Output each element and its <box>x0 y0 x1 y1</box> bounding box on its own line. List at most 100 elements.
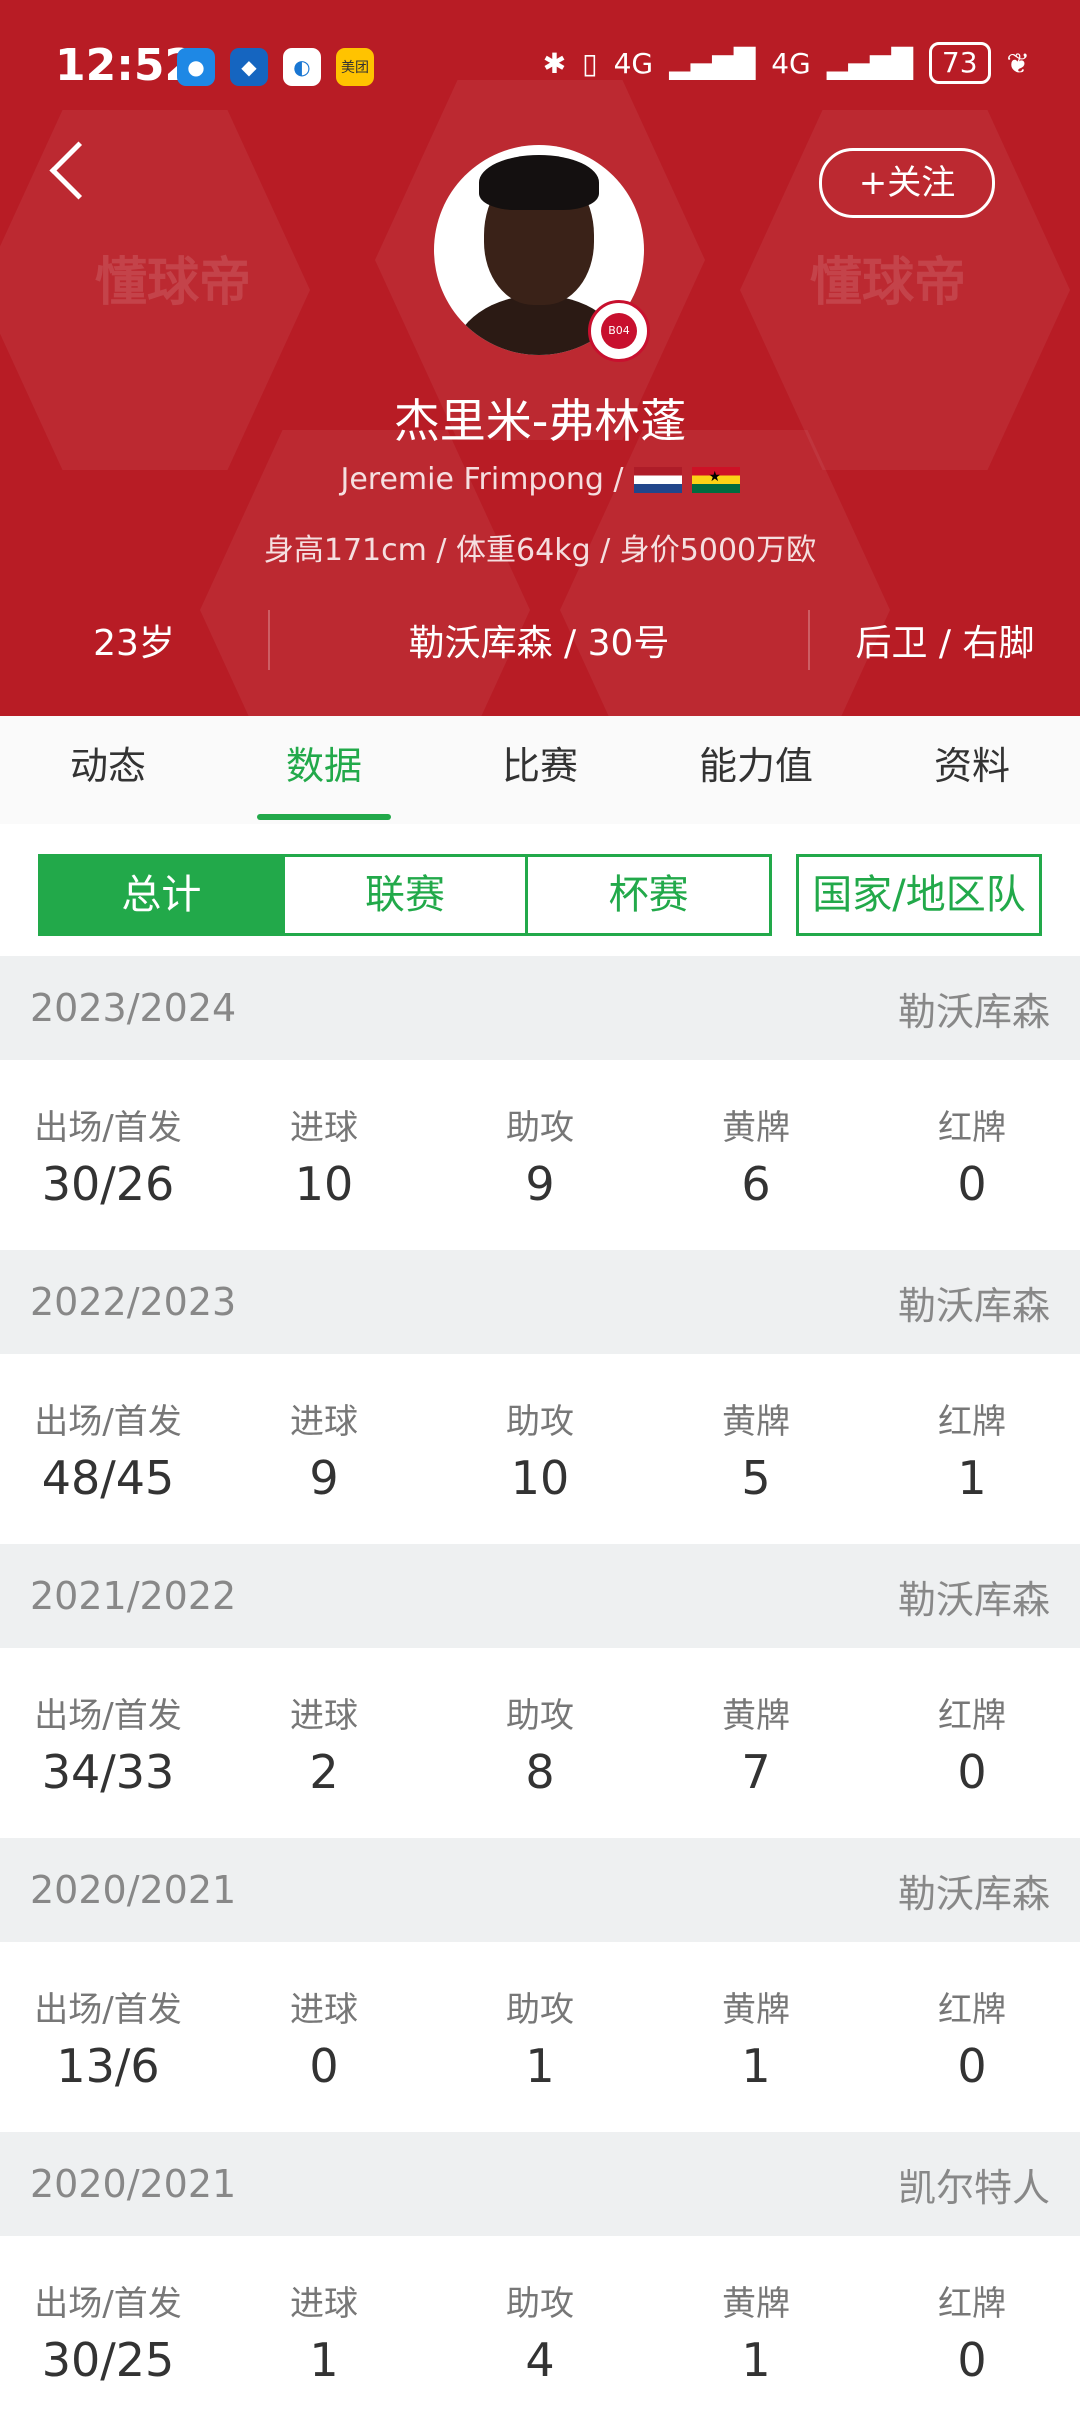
position-foot: 后卫 / 右脚 <box>855 623 1035 664</box>
stat-cell: 进球 1 <box>216 2236 432 2426</box>
stat-label: 出场/首发 <box>34 1108 182 1148</box>
stat-label: 出场/首发 <box>34 2284 182 2324</box>
stat-cell: 红牌 0 <box>864 1942 1080 2132</box>
tab-bar: 动态 数据 比赛 能力值 资料 <box>0 716 1080 824</box>
tab-data[interactable]: 数据 <box>216 716 432 824</box>
club-badge-inner: B04 <box>601 313 637 349</box>
stat-value: 30/26 <box>41 1157 175 1211</box>
season-stats-list: 2023/2024 勒沃库森 出场/首发 30/26 进球 10 助攻 9 黄牌 6 红牌 0 2022… <box>0 956 1080 2426</box>
stat-label: 助攻 <box>506 1108 574 1148</box>
stat-value: 1 <box>957 1451 987 1505</box>
season-header: 2023/2024 勒沃库森 <box>0 956 1080 1060</box>
tab-matches[interactable]: 比赛 <box>432 716 648 824</box>
stat-label: 红牌 <box>938 1990 1006 2030</box>
stat-label: 进球 <box>290 1108 358 1148</box>
stat-value: 1 <box>525 2039 555 2093</box>
stat-value: 5 <box>741 1451 771 1505</box>
avatar-hair <box>479 155 599 210</box>
bluetooth-icon: ✱ <box>542 46 567 80</box>
season-stats-row: 出场/首发 13/6 进球 0 助攻 1 黄牌 1 红牌 0 <box>0 1942 1080 2132</box>
stat-label: 出场/首发 <box>34 1990 182 2030</box>
stat-cell: 助攻 10 <box>432 1354 648 1544</box>
signal-label-2: 4G <box>771 46 811 80</box>
season-club: 勒沃库森 <box>897 1283 1050 1328</box>
stat-label: 进球 <box>290 1990 358 2030</box>
stat-cell: 进球 0 <box>216 1942 432 2132</box>
stat-value: 30/25 <box>41 2333 175 2387</box>
stat-value: 2 <box>309 1745 339 1799</box>
stat-label: 红牌 <box>938 1402 1006 1442</box>
status-time: 12:52 <box>55 40 196 91</box>
tab-profile[interactable]: 资料 <box>864 716 1080 824</box>
stat-label: 黄牌 <box>722 1696 790 1736</box>
club-number[interactable]: 勒沃库森 / 30号 <box>270 614 808 666</box>
tab-news[interactable]: 动态 <box>0 716 216 824</box>
stat-value: 1 <box>741 2333 771 2387</box>
stat-label: 助攻 <box>506 2284 574 2324</box>
stat-cell: 进球 9 <box>216 1354 432 1544</box>
stat-label: 进球 <box>290 1696 358 1736</box>
status-indicators: ✱ ▯ 4G ▂▄▆█ 4G ▂▄▆█ 73 ❦ <box>543 42 1030 84</box>
signal-label-1: 4G <box>613 46 654 80</box>
status-bar: 12:52 ● ◆ ◐ 美团 ✱ ▯ 4G ▂▄▆█ 4G ▂▄▆█ 73 ❦ <box>0 0 1080 130</box>
ghana-flag-icon <box>691 466 740 493</box>
season-stats-row: 出场/首发 30/25 进球 1 助攻 4 黄牌 1 红牌 0 <box>0 2236 1080 2426</box>
stat-value: 6 <box>741 1157 771 1211</box>
follow-button[interactable]: +关注 <box>819 148 995 218</box>
stat-label: 黄牌 <box>722 1402 790 1442</box>
filter-league[interactable]: 联赛 <box>285 857 529 933</box>
stat-value: 1 <box>741 2039 771 2093</box>
stat-cell: 进球 10 <box>216 1060 432 1250</box>
stat-cell: 助攻 1 <box>432 1942 648 2132</box>
stat-cell: 红牌 0 <box>864 2236 1080 2426</box>
player-info-row: 23岁 勒沃库森 / 30号 后卫 / 右脚 <box>0 600 1080 680</box>
age: 23岁 <box>93 623 175 664</box>
message-icon: ● <box>177 48 215 86</box>
meituan-icon: 美团 <box>336 48 374 86</box>
stat-cell: 黄牌 6 <box>648 1060 864 1250</box>
filter-national-team[interactable]: 国家/地区队 <box>796 854 1042 936</box>
tab-ability[interactable]: 能力值 <box>648 716 864 824</box>
stats-filter: 总计 联赛 杯赛 国家/地区队 <box>0 824 1080 956</box>
filter-total[interactable]: 总计 <box>41 857 285 933</box>
battery-icon: 73 <box>928 42 991 84</box>
competition-segmented-control: 总计 联赛 杯赛 <box>38 854 772 936</box>
stat-value: 0 <box>957 1745 987 1799</box>
stat-value: 10 <box>510 1451 570 1505</box>
stat-value: 0 <box>957 1157 987 1211</box>
stat-label: 出场/首发 <box>34 1402 182 1442</box>
stat-cell: 黄牌 1 <box>648 1942 864 2132</box>
season-stats-row: 出场/首发 30/26 进球 10 助攻 9 黄牌 6 红牌 0 <box>0 1060 1080 1250</box>
season-stats-row: 出场/首发 48/45 进球 9 助攻 10 黄牌 5 红牌 1 <box>0 1354 1080 1544</box>
season-club: 勒沃库森 <box>897 989 1050 1034</box>
netherlands-flag-icon <box>633 466 682 493</box>
stat-cell: 出场/首发 34/33 <box>0 1648 216 1838</box>
stat-value: 34/33 <box>41 1745 175 1799</box>
stat-value: 0 <box>309 2039 339 2093</box>
season-club: 勒沃库森 <box>897 1871 1050 1916</box>
english-name: Jeremie Frimpong / <box>340 462 624 497</box>
stat-label: 进球 <box>290 2284 358 2324</box>
season-label: 2020/2021 <box>30 2162 237 2206</box>
season-stats-row: 出场/首发 34/33 进球 2 助攻 8 黄牌 7 红牌 0 <box>0 1648 1080 1838</box>
stat-cell: 红牌 1 <box>864 1354 1080 1544</box>
season-club: 勒沃库森 <box>897 1577 1050 1622</box>
stat-cell: 出场/首发 30/25 <box>0 2236 216 2426</box>
stat-label: 进球 <box>290 1402 358 1442</box>
stat-label: 助攻 <box>506 1402 574 1442</box>
leaf-icon: ❦ <box>1006 46 1030 80</box>
stat-label: 助攻 <box>506 1696 574 1736</box>
stat-label: 红牌 <box>938 2284 1006 2324</box>
stat-value: 0 <box>957 2039 987 2093</box>
player-name: 杰里米-弗林蓬 <box>393 394 687 448</box>
stat-value: 0 <box>957 2333 987 2387</box>
filter-cup[interactable]: 杯赛 <box>528 857 769 933</box>
season-label: 2023/2024 <box>30 986 237 1030</box>
season-label: 2020/2021 <box>30 1868 237 1912</box>
season-label: 2022/2023 <box>30 1280 237 1324</box>
stat-value: 4 <box>525 2333 555 2387</box>
stat-label: 红牌 <box>938 1696 1006 1736</box>
stat-label: 黄牌 <box>722 1990 790 2030</box>
player-subtitle: Jeremie Frimpong / <box>0 462 1080 497</box>
player-header: 懂球帝 懂球帝 12:52 ● ◆ ◐ 美团 ✱ ▯ 4G ▂▄▆█ 4G ▂▄… <box>0 0 1080 716</box>
